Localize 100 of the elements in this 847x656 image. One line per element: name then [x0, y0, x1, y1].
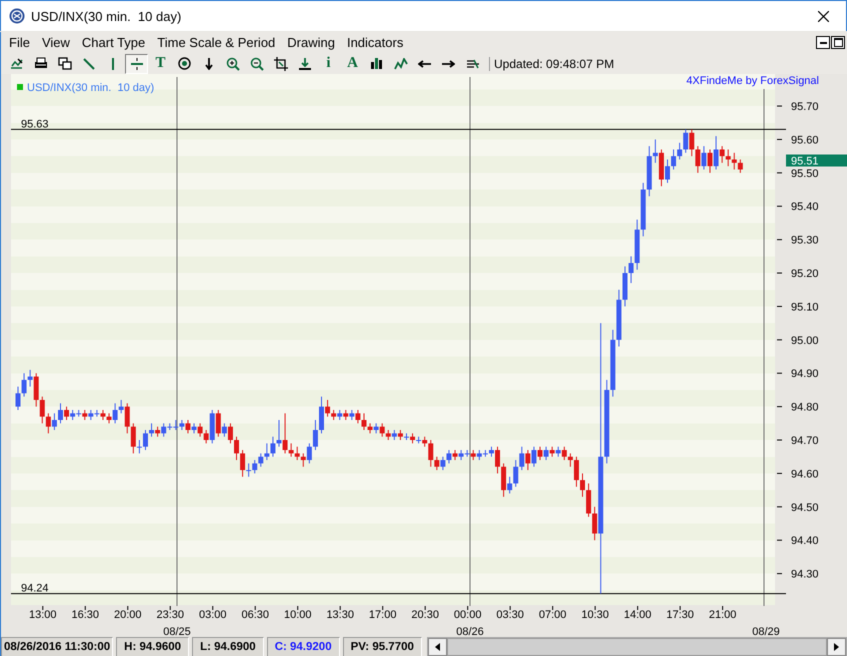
- candlestick: [130, 422, 136, 454]
- candlestick: [538, 446, 543, 461]
- tick-mark: [170, 606, 171, 610]
- menu-item[interactable]: Indicators: [340, 35, 410, 50]
- target-icon: [178, 57, 191, 70]
- horizontal-scrollbar[interactable]: [426, 637, 847, 656]
- text-tool-button[interactable]: i: [317, 54, 340, 74]
- tick-mark: [212, 606, 214, 610]
- x-axis-label: 17:00: [368, 609, 396, 621]
- text-tool-button[interactable]: A: [341, 54, 364, 74]
- candlestick: [726, 148, 731, 167]
- candlestick: [252, 460, 258, 474]
- menu-item[interactable]: Time Scale & Period: [151, 35, 282, 50]
- candlestick: [179, 419, 184, 430]
- y-axis-label: 95.30: [791, 234, 819, 247]
- x-axis-label: 10:30: [581, 609, 609, 621]
- candlestick: [386, 430, 391, 441]
- tick-mark: [776, 239, 782, 240]
- candlestick: [422, 436, 428, 448]
- candlestick: [550, 446, 555, 458]
- candlestick: [34, 372, 39, 408]
- candlestick: [738, 158, 743, 174]
- candlestick: [264, 442, 270, 461]
- candlestick: [155, 426, 160, 438]
- left-arrow-icon: [418, 60, 431, 68]
- y-axis-label: 94.40: [791, 535, 819, 548]
- candlestick: [701, 146, 706, 170]
- minimize-button[interactable]: [816, 36, 830, 49]
- x-axis-label: 00:00: [454, 609, 482, 621]
- candlestick: [531, 446, 536, 468]
- candlestick: [58, 402, 63, 424]
- candlestick: [312, 419, 318, 451]
- y-axis-label: 95.20: [791, 268, 819, 280]
- candlestick: [392, 430, 397, 441]
- candlestick: [100, 409, 106, 420]
- candlestick: [586, 482, 592, 518]
- candlestick: [714, 136, 719, 170]
- candlestick: [374, 422, 379, 434]
- windows-icon: [56, 56, 72, 72]
- candlestick: [106, 412, 112, 424]
- right-arrow-icon: [834, 643, 839, 651]
- candlestick: [246, 462, 252, 478]
- candlestick: [124, 402, 130, 434]
- minimize-icon: [820, 42, 826, 44]
- x-axis-label: 20:00: [114, 609, 142, 621]
- x-axis-label: 20:30: [411, 609, 439, 621]
- candlestick: [355, 409, 360, 424]
- candlestick: [52, 412, 57, 430]
- y-axis-label: 94.30: [791, 568, 819, 581]
- candlestick: [513, 460, 518, 488]
- candlestick: [16, 386, 20, 410]
- price-level-label: 95.63: [21, 118, 49, 130]
- candlestick: [568, 452, 573, 468]
- restore-button[interactable]: [831, 36, 845, 49]
- candlestick: [282, 412, 288, 454]
- candlestick: [294, 446, 300, 461]
- candlestick: [720, 146, 725, 164]
- candlestick: [136, 440, 142, 454]
- status-field: PV: 95.7700: [342, 637, 422, 656]
- tick-mark: [680, 606, 681, 610]
- x-axis-label: 07:00: [538, 609, 566, 621]
- menu-item[interactable]: File: [3, 35, 36, 50]
- menu-item[interactable]: View: [36, 35, 76, 50]
- candlestick: [185, 419, 190, 434]
- tick-mark: [776, 306, 782, 307]
- vertical-line-icon: [112, 58, 114, 70]
- tick-mark: [776, 206, 782, 207]
- candlestick: [592, 506, 598, 541]
- crop-icon: [272, 56, 288, 72]
- horizontal-line-icon: [130, 58, 142, 70]
- candlestick: [192, 422, 197, 434]
- horizontal-line-button[interactable]: [125, 54, 148, 74]
- candlestick: [234, 436, 240, 461]
- tick-mark: [424, 606, 426, 610]
- candlestick: [707, 148, 712, 174]
- tick-mark: [552, 606, 554, 610]
- right-arrow-icon: [442, 60, 455, 68]
- candlestick: [300, 452, 306, 468]
- y-axis-label: 94.70: [791, 435, 819, 448]
- candlestick: [325, 399, 330, 418]
- tick-mark: [776, 573, 782, 574]
- app-logo-icon: [9, 8, 25, 24]
- x-axis-label: 10:00: [284, 609, 312, 621]
- y-axis-label: 95.40: [791, 201, 819, 214]
- candlestick: [574, 456, 579, 488]
- date-label: 08/25: [163, 626, 191, 637]
- candlestick: [470, 450, 476, 461]
- candlestick: [198, 422, 203, 438]
- candlestick: [306, 442, 312, 464]
- text-tool-button[interactable]: T: [149, 54, 172, 74]
- legend-label: USD/INX(30 min. 10 day): [27, 82, 154, 94]
- tick-mark: [42, 606, 44, 610]
- menu-item[interactable]: Drawing: [281, 35, 341, 50]
- candlestick: [118, 399, 124, 414]
- candlestick: [495, 446, 500, 474]
- tick-mark: [637, 606, 638, 610]
- menu-item[interactable]: Chart Type: [76, 35, 152, 50]
- status-field: 08/26/2016 11:30:00: [1, 637, 114, 656]
- status-field: C: 94.9200: [266, 637, 340, 656]
- candlestick: [331, 409, 336, 420]
